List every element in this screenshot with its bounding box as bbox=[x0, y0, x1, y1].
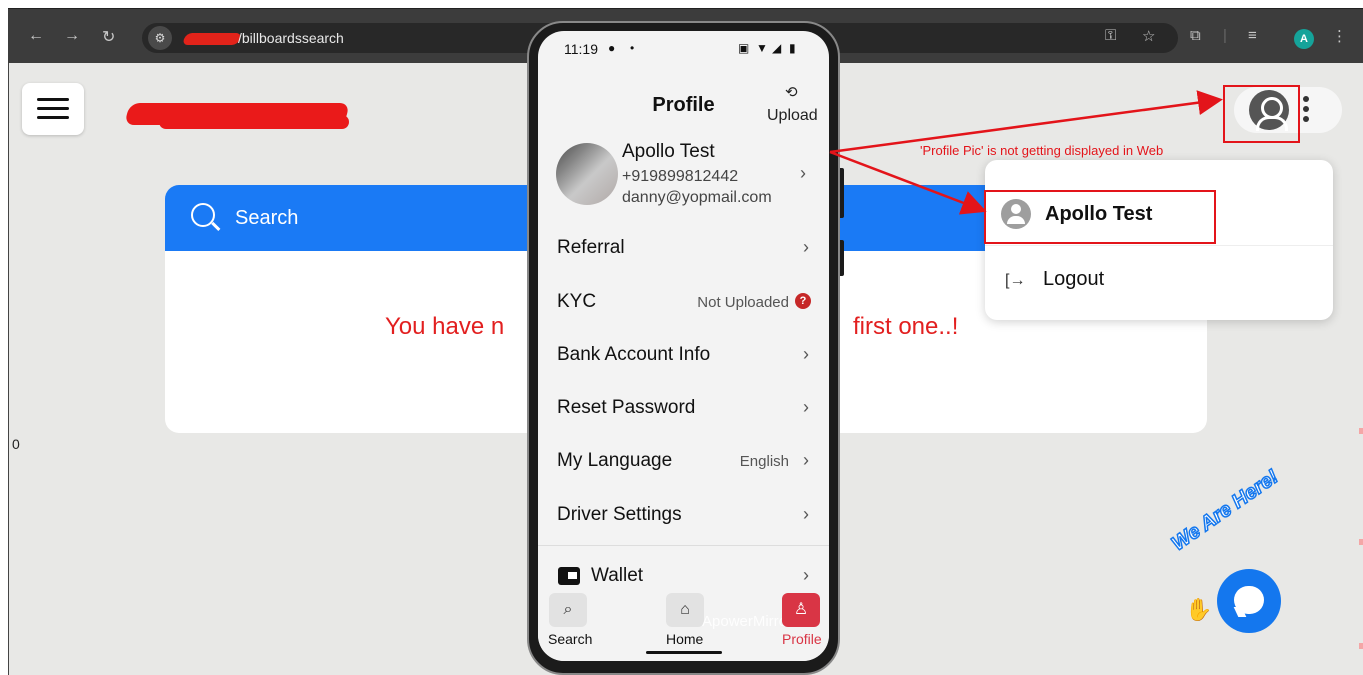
annotation-arrows bbox=[829, 90, 1223, 215]
arrow-to-web-name bbox=[829, 150, 987, 215]
arrow-to-web-avatar bbox=[829, 90, 1223, 154]
